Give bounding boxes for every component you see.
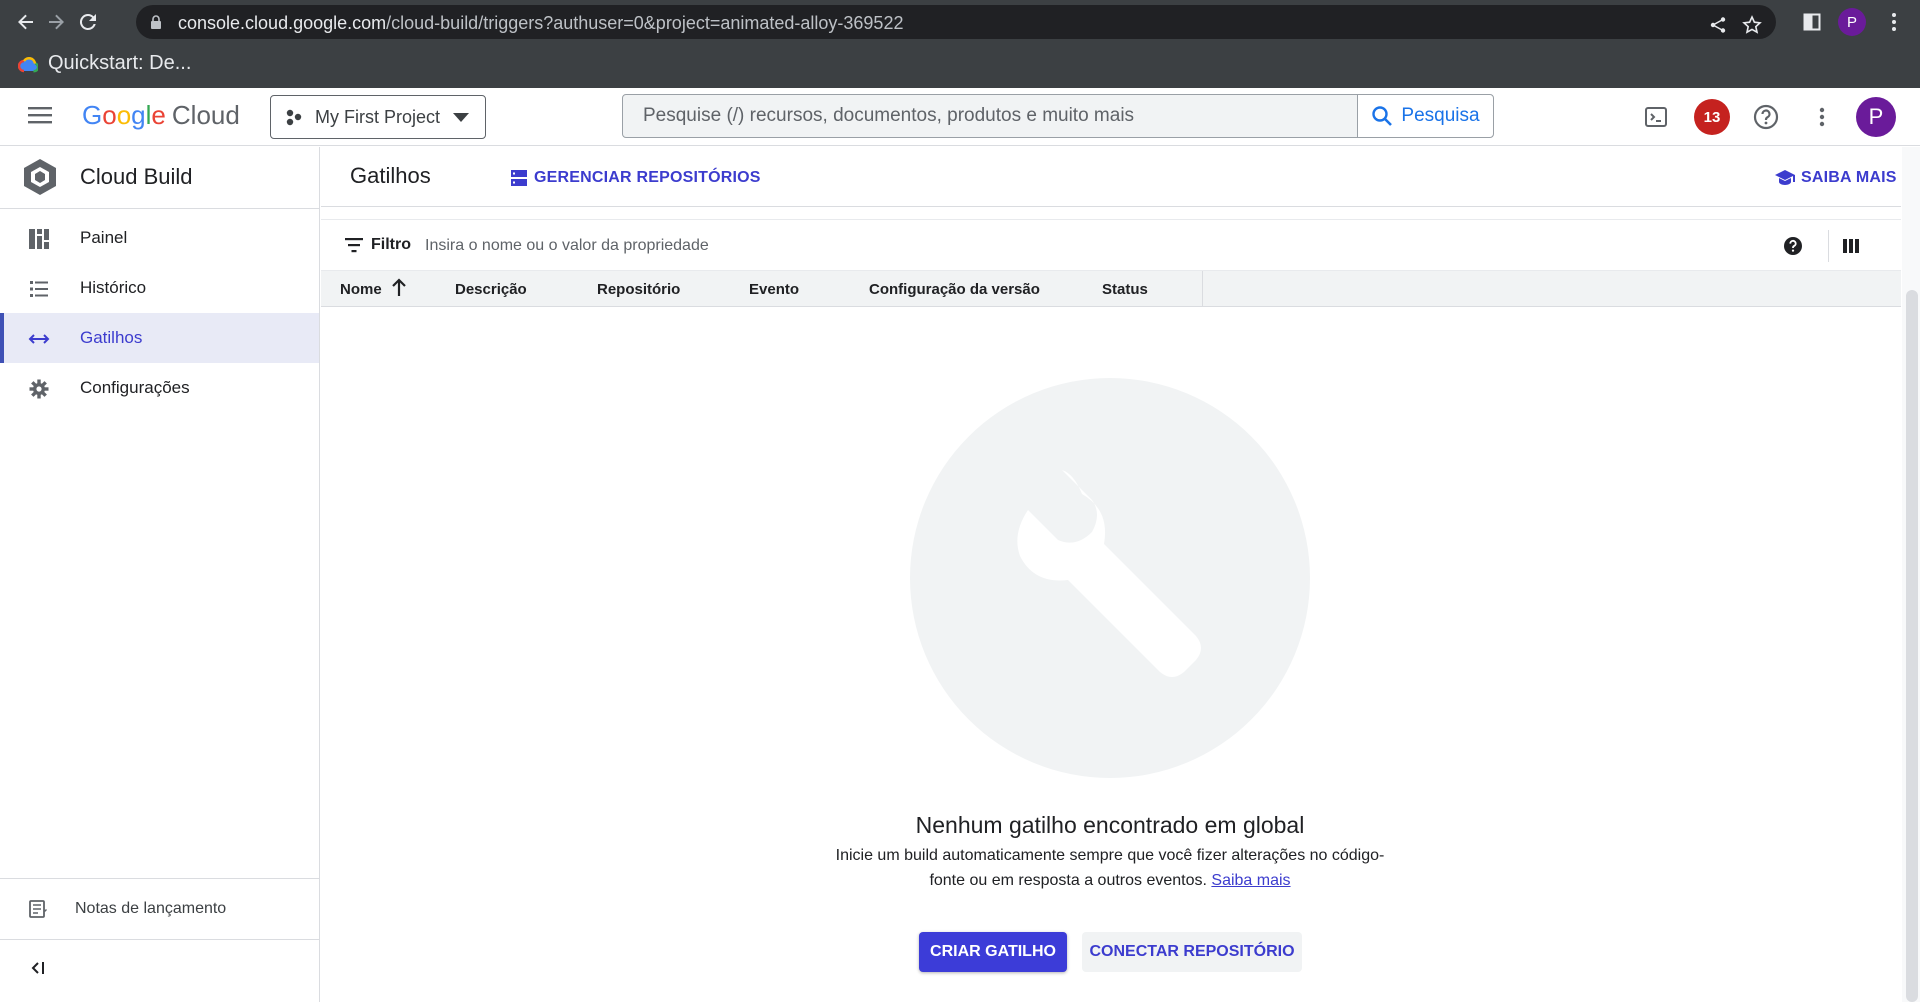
help-icon[interactable] xyxy=(1750,101,1782,133)
page-header: Gatilhos GERENCIAR REPOSITÓRIOS SAIBA MA… xyxy=(321,147,1901,207)
forward-icon[interactable] xyxy=(42,8,70,36)
learn-more-label: SAIBA MAIS xyxy=(1801,169,1897,186)
more-options-icon[interactable] xyxy=(1806,101,1838,133)
collapse-icon xyxy=(31,962,44,974)
bookmark-label: Quickstart: De... xyxy=(48,52,192,74)
sidebar-item-label: Configurações xyxy=(80,378,190,397)
release-notes-label: Notas de lançamento xyxy=(75,900,227,917)
browser-toolbar: console.cloud.google.com/cloud-build/tri… xyxy=(0,0,1920,44)
repository-icon xyxy=(511,170,527,186)
cloud-shell-icon[interactable] xyxy=(1640,101,1672,133)
filter-label: Filtro xyxy=(371,236,411,253)
side-panel-icon[interactable] xyxy=(1798,8,1826,36)
filter-icon xyxy=(345,238,363,253)
create-trigger-button[interactable]: CRIAR GATILHO xyxy=(919,932,1067,972)
learn-more-link[interactable]: Saiba mais xyxy=(1211,872,1290,889)
project-selector[interactable]: My First Project xyxy=(270,95,486,139)
lock-icon xyxy=(151,15,161,29)
column-header-nome[interactable]: Nome xyxy=(340,281,382,298)
empty-state-title: Nenhum gatilho encontrado em global xyxy=(915,812,1305,838)
reload-icon[interactable] xyxy=(74,8,102,36)
sidebar-footer: Notas de lançamento xyxy=(0,878,319,999)
left-sidebar: Cloud Build Painel Histórico Gatilhos Co… xyxy=(0,147,320,1002)
bookmarks-bar: Quickstart: De... xyxy=(0,44,1920,88)
hamburger-menu-icon[interactable] xyxy=(28,105,52,125)
column-header-status[interactable]: Status xyxy=(1102,281,1148,298)
arrows-icon xyxy=(28,334,50,344)
google-cloud-logo[interactable]: Google Cloud xyxy=(82,100,240,131)
school-icon xyxy=(1775,170,1795,185)
account-avatar[interactable]: P xyxy=(1856,97,1896,137)
page-title: Gatilhos xyxy=(350,163,431,188)
search-button-label: Pesquisa xyxy=(1401,105,1480,126)
bookmark-star-icon[interactable] xyxy=(1740,13,1764,37)
address-bar[interactable]: console.cloud.google.com/cloud-build/tri… xyxy=(136,5,1776,39)
column-header-repositorio[interactable]: Repositório xyxy=(597,281,680,298)
table-header: Nome Descrição Repositório Evento Config… xyxy=(321,271,1901,307)
empty-state-description: Inicie um build automaticamente sempre q… xyxy=(820,843,1400,893)
search-icon xyxy=(1372,106,1393,126)
notifications-badge[interactable]: 13 xyxy=(1694,99,1730,135)
project-hierarchy-icon xyxy=(286,109,302,126)
column-header-descricao[interactable]: Descrição xyxy=(455,281,527,298)
product-header: Cloud Build xyxy=(0,147,319,209)
console-header: GoogleCloud My First Project Pesquisa 13… xyxy=(0,88,1920,146)
sidebar-item-label: Gatilhos xyxy=(80,328,143,347)
bookmark-quickstart[interactable]: Quickstart: De... xyxy=(18,52,191,75)
column-display-icon[interactable] xyxy=(1839,234,1863,258)
connect-repository-button[interactable]: CONECTAR REPOSITÓRIO xyxy=(1082,932,1302,972)
sidebar-item-historico[interactable]: Histórico xyxy=(0,263,319,313)
empty-state-illustration xyxy=(910,378,1310,778)
product-name: Cloud Build xyxy=(80,164,193,189)
empty-state-text: Inicie um build automaticamente sempre q… xyxy=(835,847,1385,889)
sidebar-item-label: Painel xyxy=(80,228,128,247)
sidebar-item-label: Histórico xyxy=(80,278,147,297)
wrench-icon xyxy=(1017,470,1201,677)
dashboard-icon xyxy=(29,229,49,249)
release-notes-icon xyxy=(29,900,47,918)
url-text: console.cloud.google.com/cloud-build/tri… xyxy=(178,13,904,33)
sidebar-item-gatilhos[interactable]: Gatilhos xyxy=(0,313,319,363)
sidebar-item-painel[interactable]: Painel xyxy=(0,213,319,263)
filter-input[interactable] xyxy=(425,229,1025,263)
back-icon[interactable] xyxy=(12,8,40,36)
column-header-evento[interactable]: Evento xyxy=(749,281,799,298)
sort-ascending-icon[interactable] xyxy=(390,278,408,298)
browser-chrome: console.cloud.google.com/cloud-build/tri… xyxy=(0,0,1920,88)
sidebar-item-configuracoes[interactable]: Configurações xyxy=(0,363,319,413)
scrollbar-thumb[interactable] xyxy=(1906,290,1918,1002)
search-input[interactable] xyxy=(623,95,1359,137)
toolbar-divider xyxy=(1828,230,1829,262)
cloud-build-icon xyxy=(24,159,56,195)
main-content: Gatilhos GERENCIAR REPOSITÓRIOS SAIBA MA… xyxy=(321,147,1901,1002)
manage-repositories-button[interactable]: GERENCIAR REPOSITÓRIOS xyxy=(510,169,761,187)
search-button[interactable]: Pesquisa xyxy=(1357,95,1493,137)
filter-bar: Filtro xyxy=(321,219,1901,271)
search-box: Pesquisa xyxy=(622,94,1494,138)
google-cloud-icon xyxy=(18,56,38,72)
column-divider xyxy=(1202,271,1203,307)
gear-icon xyxy=(29,379,49,399)
manage-repositories-label: GERENCIAR REPOSITÓRIOS xyxy=(534,169,761,186)
browser-menu-icon[interactable] xyxy=(1880,8,1908,36)
project-name: My First Project xyxy=(315,106,441,127)
learn-more-button[interactable]: SAIBA MAIS xyxy=(1775,169,1897,187)
browser-profile-avatar[interactable]: P xyxy=(1838,8,1866,36)
caret-down-icon xyxy=(453,113,469,122)
list-icon xyxy=(30,281,48,297)
release-notes-link[interactable]: Notas de lançamento xyxy=(0,879,319,939)
collapse-sidebar-button[interactable] xyxy=(0,939,319,999)
filter-help-icon[interactable] xyxy=(1781,234,1805,258)
share-icon[interactable] xyxy=(1706,13,1730,37)
column-header-configuracao[interactable]: Configuração da versão xyxy=(869,281,1040,298)
